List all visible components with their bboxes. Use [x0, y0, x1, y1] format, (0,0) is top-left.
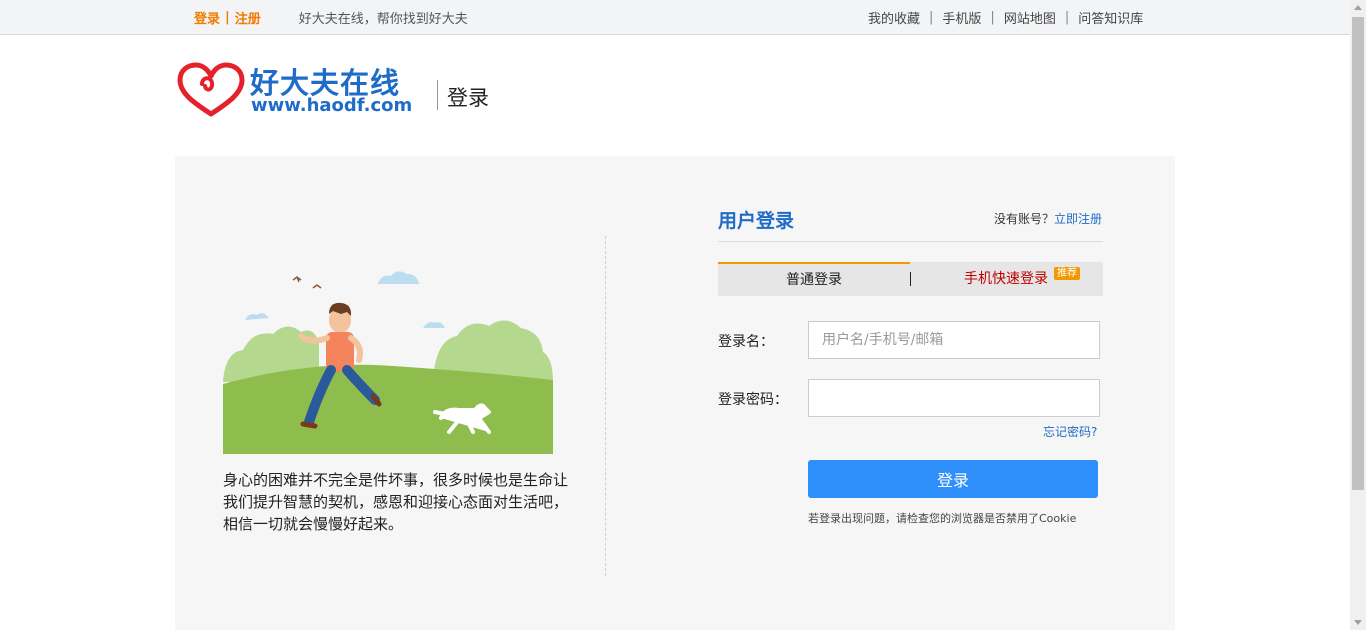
logo-url: www.haodf.com: [251, 95, 413, 116]
password-label: 登录密码：: [718, 392, 788, 408]
cookie-hint: 若登录出现问题，请检查您的浏览器是否禁用了Cookie: [808, 512, 1077, 525]
user-login-title: 用户登录: [718, 210, 795, 232]
no-account-text: 没有账号？: [994, 212, 1055, 226]
heart-logo-icon: [177, 62, 245, 117]
form-title-underline: [718, 241, 1103, 242]
no-account-prompt: 没有账号？立即注册: [994, 210, 1102, 227]
top-register-link[interactable]: 注册: [235, 8, 261, 27]
header-divider: [437, 80, 438, 110]
username-input[interactable]: [808, 321, 1100, 359]
top-bar: 登录 | 注册 好大夫在线，帮你找到好大夫 我的收藏 | 手机版 | 网站地图 …: [0, 0, 1350, 35]
password-input[interactable]: [808, 379, 1100, 417]
login-button[interactable]: 登录: [808, 460, 1098, 498]
mobile-version-link[interactable]: 手机版: [942, 8, 981, 27]
forgot-password-link[interactable]: 忘记密码?: [1043, 423, 1097, 440]
qa-knowledge-link[interactable]: 问答知识库: [1078, 8, 1143, 27]
link-separator: |: [990, 9, 995, 25]
favorites-link[interactable]: 我的收藏: [868, 8, 920, 27]
top-bar-left: 登录 | 注册 好大夫在线，帮你找到好大夫: [194, 0, 468, 34]
username-label: 登录名：: [718, 334, 774, 350]
panel-divider: [605, 236, 606, 576]
page-title: 登录: [447, 86, 489, 110]
tab-mobile-quick-login[interactable]: 手机快速登录: [964, 262, 1048, 296]
scroll-down-icon[interactable]: [1354, 620, 1362, 625]
link-separator: |: [1064, 9, 1070, 25]
top-slogan: 好大夫在线，帮你找到好大夫: [298, 11, 468, 27]
link-separator: |: [929, 9, 934, 25]
scroll-up-icon[interactable]: [1354, 5, 1362, 10]
top-login-link[interactable]: 登录: [194, 8, 220, 27]
recommended-badge: 推荐: [1054, 267, 1080, 280]
login-panel: 身心的困难并不完全是件坏事，很多时候也是生命让我们提升智慧的契机，感恩和迎接心态…: [175, 156, 1175, 630]
text-cursor: [910, 272, 911, 286]
top-bar-links: 我的收藏 | 手机版 | 网站地图 | 问答知识库: [868, 0, 1143, 34]
register-now-link[interactable]: 立即注册: [1054, 212, 1102, 226]
login-tabs: 普通登录 手机快速登录 推荐: [718, 262, 1103, 296]
site-map-link[interactable]: 网站地图: [1004, 8, 1056, 27]
vertical-scrollbar[interactable]: [1350, 0, 1366, 630]
scrollbar-thumb[interactable]: [1352, 17, 1364, 490]
running-man-illustration: [223, 271, 553, 454]
tab-normal-login[interactable]: 普通登录: [718, 262, 910, 296]
site-logo[interactable]: 好大夫在线 www.haodf.com: [176, 60, 412, 122]
top-separator: |: [225, 9, 230, 25]
encouragement-quote: 身心的困难并不完全是件坏事，很多时候也是生命让我们提升智慧的契机，感恩和迎接心态…: [223, 471, 569, 533]
